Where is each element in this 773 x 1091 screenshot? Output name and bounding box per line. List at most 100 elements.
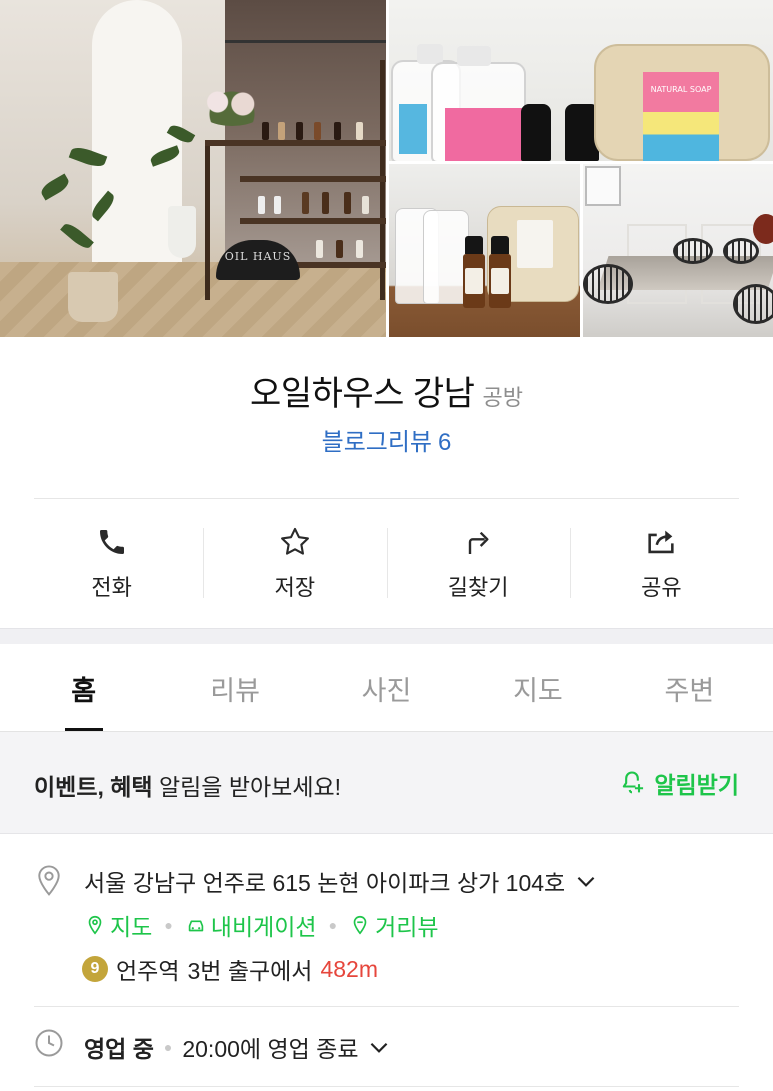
map-link[interactable]: 지도 [84,908,152,942]
bottle [356,240,363,258]
address-section: 서울 강남구 언주로 615 논현 아이파크 상가 104호 지도 ● 내비게이… [34,864,739,1004]
section-gap [0,628,773,644]
flower-arrangement [196,86,268,126]
amber-bottle-cap [465,236,483,254]
separator-dot: ● [328,917,338,933]
place-title-row: 오일하우스 강남 공방 [0,366,773,415]
separator-dot: ● [163,1039,173,1055]
bell-plus-icon [623,771,644,794]
directions-icon [460,524,496,560]
navigation-link[interactable]: 내비게이션 [185,908,317,942]
tab-nearby[interactable]: 주변 [614,645,765,731]
station-name: 언주역 [116,958,180,984]
plant-leaf [60,220,94,252]
street-view-icon [353,915,367,935]
hours-line[interactable]: 영업 중 ● 20:00에 영업 종료 [84,1030,392,1064]
bottle [336,240,343,258]
bottle [316,240,323,258]
address-line[interactable]: 서울 강남구 언주로 615 논현 아이파크 상가 104호 [84,864,599,898]
location-pin-icon [34,864,64,902]
soap-label [517,220,553,268]
bottle [322,192,329,214]
notify-button[interactable]: 알림받기 [618,766,739,800]
street-view-link-label: 거리뷰 [375,914,439,940]
hours-section[interactable]: 영업 중 ● 20:00에 영업 종료 [34,1028,739,1068]
bottle [296,122,303,140]
save-label: 저장 [274,575,316,600]
wall-frame [585,166,621,206]
separator-dot: ● [164,917,173,933]
subway-info: 9 언주역 3번 출구에서 482m [82,952,378,986]
notify-label: 알림받기 [654,772,739,798]
car-icon [188,920,204,932]
window-frame [225,40,386,43]
save-button[interactable]: 저장 [203,500,386,626]
closing-time: 20:00에 영업 종료 [182,1036,359,1062]
street-view-link[interactable]: 거리뷰 [349,908,439,942]
tab-photos[interactable]: 사진 [311,645,462,731]
share-button[interactable]: 공유 [569,500,753,626]
shelf [205,140,386,146]
bottle [274,196,281,214]
star-icon [277,524,313,560]
call-button[interactable]: 전화 [20,500,203,626]
phone-icon [94,524,130,560]
bottle-label [399,104,427,154]
shelf [240,218,386,224]
event-message: 이벤트, 혜택 알림을 받아보세요! [34,768,341,802]
bottle [356,122,363,140]
tab-map[interactable]: 지도 [462,645,613,731]
tab-bar: 홈 리뷰 사진 지도 주변 [8,645,765,731]
navigation-link-label: 내비게이션 [210,914,317,940]
bottle-cap [417,44,443,64]
chevron-down-icon [577,876,595,887]
bottle-cap [457,46,491,66]
share-label: 공유 [641,575,682,600]
bottle [334,122,341,140]
map-link-label: 지도 [110,914,153,940]
bottle [278,122,285,140]
tab-reviews[interactable]: 리뷰 [159,645,310,731]
amber-bottle-cap [491,236,509,254]
photo-workshop-room[interactable] [583,164,773,337]
open-status: 영업 중 [84,1036,154,1062]
photo-main-interior[interactable]: OIL HAUS [0,0,386,337]
bottle [344,192,351,214]
map-pin-icon [88,915,102,935]
place-name: 오일하우스 강남 [250,375,475,413]
spray-bottle [521,104,551,161]
blog-review-link[interactable]: 블로그리뷰 6 [0,422,773,457]
bottle [362,196,369,214]
subway-line-badge: 9 [82,956,108,982]
event-text: 알림을 받아보세요! [152,774,342,800]
chair [723,238,759,264]
directions-button[interactable]: 길찾기 [386,500,570,626]
tab-home[interactable]: 홈 [8,645,159,731]
bottle-label [445,108,523,161]
bottle [258,196,265,214]
photo-gallery[interactable]: OIL HAUS NATURAL SOAP [0,0,773,337]
amber-bottle-label [465,268,483,294]
plant-pot [68,272,118,322]
event-bold-text: 이벤트, 혜택 [34,774,153,800]
plant-leaf [38,173,72,201]
soap-label: NATURAL SOAP [643,72,719,161]
divider [34,498,739,499]
photo-products-table[interactable] [389,164,580,337]
event-banner: 이벤트, 혜택 알림을 받아보세요! 알림받기 [0,732,773,834]
chair [733,284,773,324]
bottle [262,122,269,140]
plant-pot [168,206,196,258]
station-exit: 3번 출구에서 [187,958,313,984]
action-bar: 전화 저장 길찾기 공유 [20,500,753,626]
photo-products-top[interactable]: NATURAL SOAP [389,0,773,161]
blog-review-count: 6 [438,429,452,456]
chair [673,238,713,264]
address-text: 서울 강남구 언주로 615 논현 아이파크 상가 104호 [84,870,566,896]
chair [583,264,633,304]
shelf-post [205,140,210,300]
station-distance: 482m [320,955,379,982]
divider [34,1086,739,1087]
clock-icon [34,1028,64,1062]
directions-label: 길찾기 [447,575,509,600]
